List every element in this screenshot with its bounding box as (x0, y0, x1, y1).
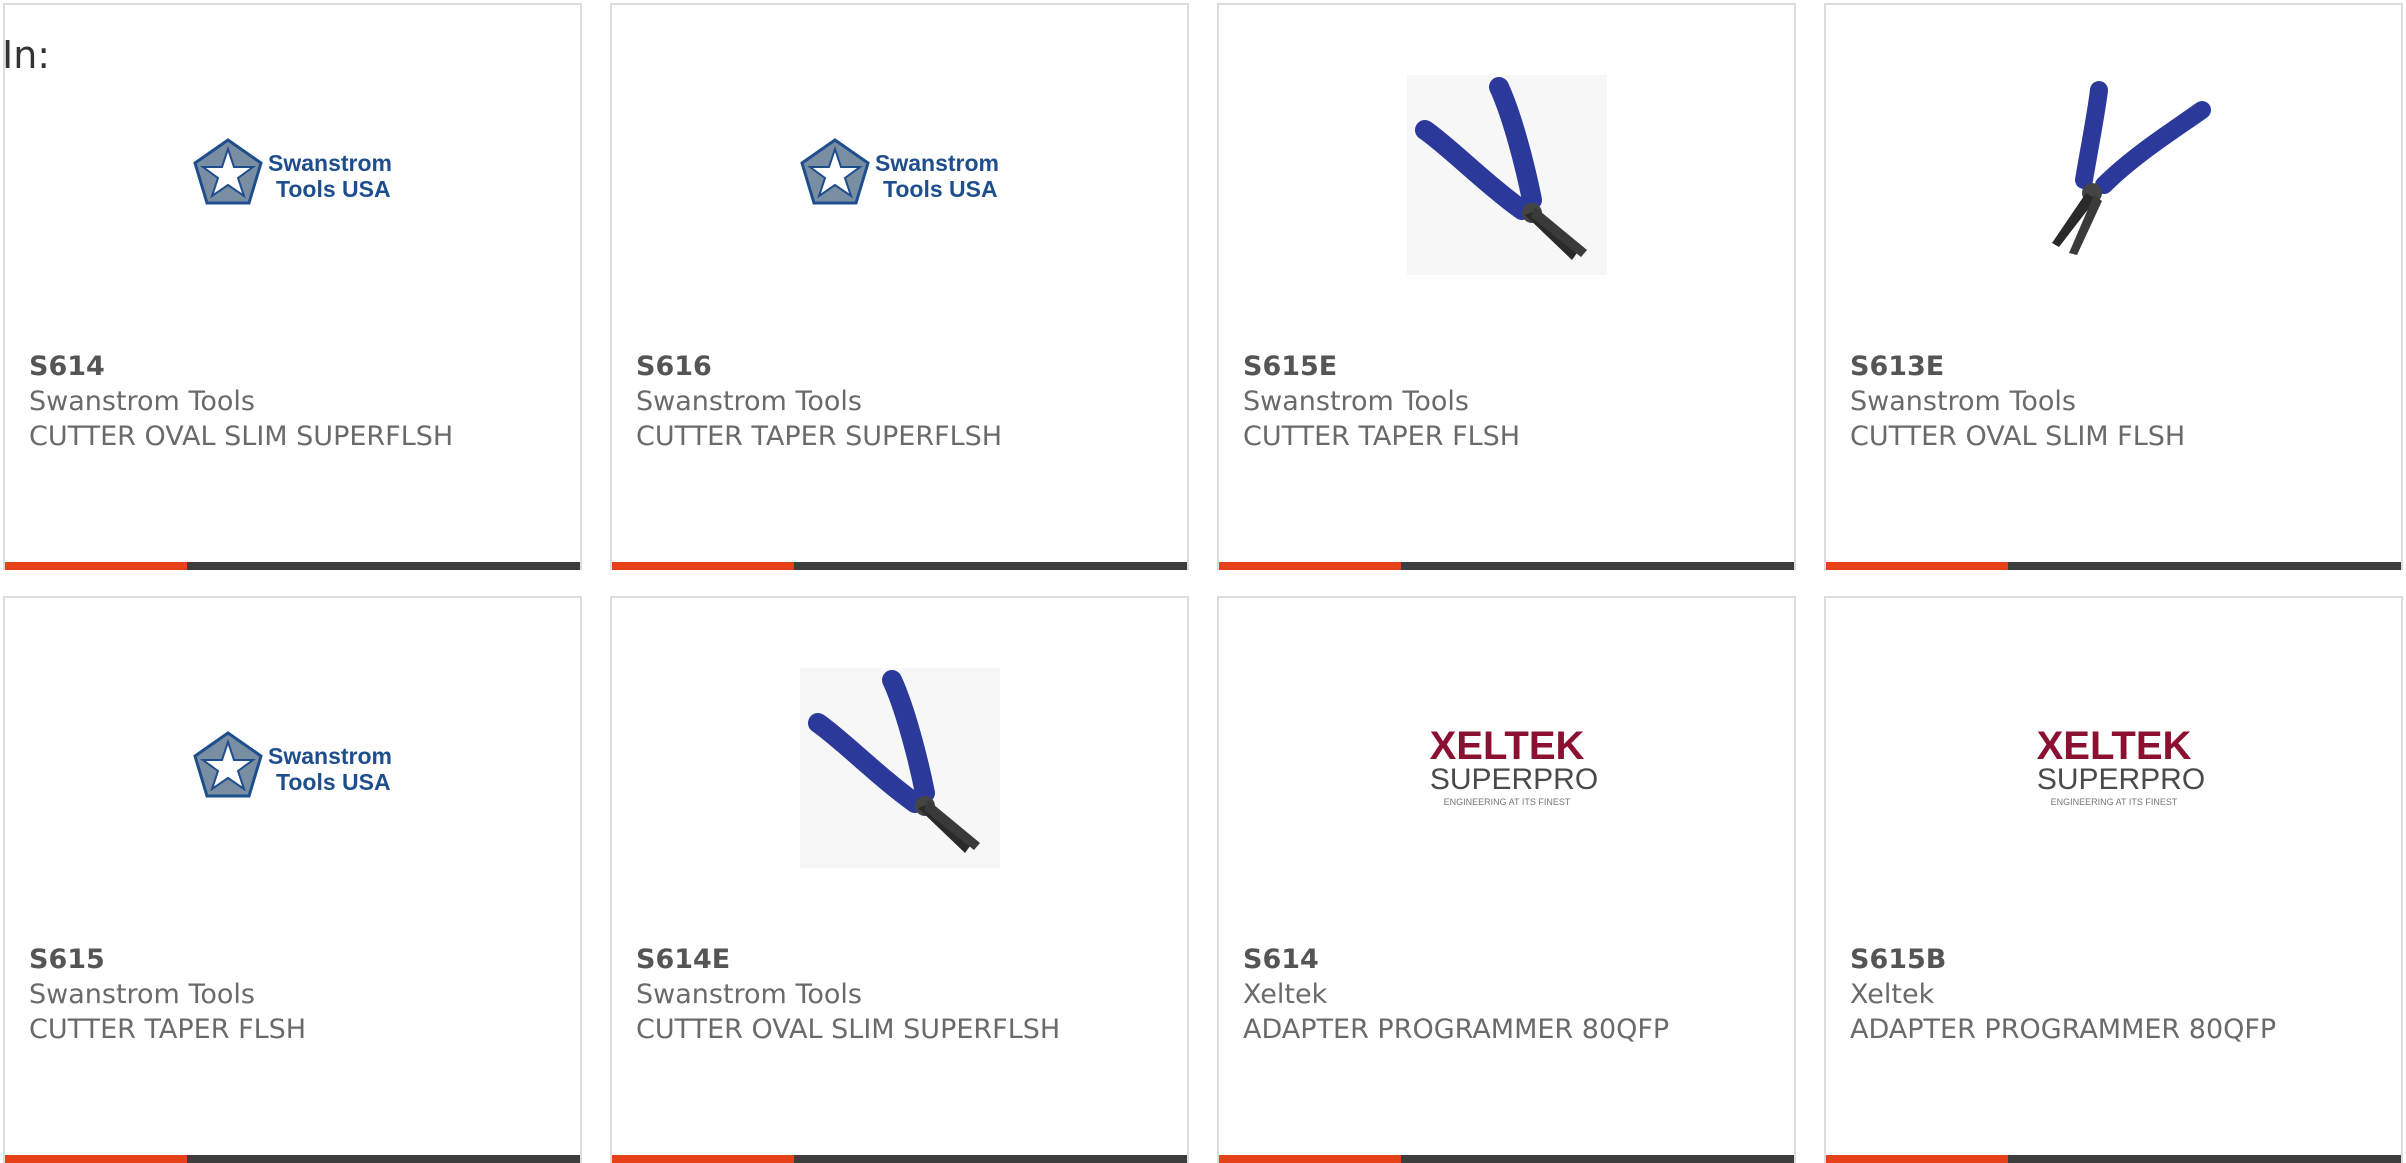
card-bar (1219, 562, 1794, 570)
svg-text:Swanstrom: Swanstrom (875, 150, 999, 176)
manufacturer: Swanstrom Tools (636, 979, 862, 1010)
swanstrom-logo: Swanstrom Tools USA (5, 60, 580, 290)
manufacturer: Swanstrom Tools (1243, 386, 1469, 417)
part-number[interactable]: S615E (1243, 349, 1520, 384)
card-bar (612, 562, 1187, 570)
manufacturer: Xeltek (1243, 979, 1328, 1010)
svg-text:XELTEK: XELTEK (2036, 724, 2191, 768)
description: ADAPTER PROGRAMMER 80QFP (1850, 1014, 2277, 1045)
cutter-pliers-photo (1826, 60, 2401, 290)
xeltek-logo: XELTEK SUPERPRO ENGINEERING AT ITS FINES… (1826, 653, 2401, 883)
card-bar (612, 1155, 1187, 1163)
swanstrom-logo: Swanstrom Tools USA (5, 653, 580, 883)
product-card[interactable]: Swanstrom Tools USA S614 Swanstrom Tools… (3, 3, 582, 570)
description: CUTTER TAPER SUPERFLSH (636, 421, 1003, 452)
filter-label: In: (2, 33, 51, 77)
manufacturer: Swanstrom Tools (636, 386, 862, 417)
cutter-pliers-photo (612, 653, 1187, 883)
manufacturer: Swanstrom Tools (29, 386, 255, 417)
product-card[interactable]: XELTEK SUPERPRO ENGINEERING AT ITS FINES… (1217, 596, 1796, 1163)
part-number[interactable]: S615B (1850, 942, 2276, 977)
description: CUTTER OVAL SLIM SUPERFLSH (29, 421, 454, 452)
cutter-pliers-photo (1219, 60, 1794, 290)
part-number[interactable]: S613E (1850, 349, 2185, 384)
description: CUTTER OVAL SLIM SUPERFLSH (636, 1014, 1061, 1045)
xeltek-logo: XELTEK SUPERPRO ENGINEERING AT ITS FINES… (1219, 653, 1794, 883)
svg-text:Tools USA: Tools USA (883, 176, 998, 202)
svg-text:ENGINEERING AT ITS FINEST: ENGINEERING AT ITS FINEST (2050, 797, 2177, 807)
svg-text:Swanstrom: Swanstrom (268, 743, 392, 769)
part-number[interactable]: S614E (636, 942, 1060, 977)
manufacturer: Swanstrom Tools (29, 979, 255, 1010)
description: CUTTER TAPER FLSH (29, 1014, 307, 1045)
part-number[interactable]: S614 (1243, 942, 1669, 977)
description: CUTTER TAPER FLSH (1243, 421, 1521, 452)
part-number[interactable]: S615 (29, 942, 306, 977)
part-number[interactable]: S616 (636, 349, 1002, 384)
product-card[interactable]: XELTEK SUPERPRO ENGINEERING AT ITS FINES… (1824, 596, 2403, 1163)
product-card[interactable]: Swanstrom Tools USA S616 Swanstrom Tools… (610, 3, 1189, 570)
manufacturer: Xeltek (1850, 979, 1935, 1010)
product-card[interactable]: S613E Swanstrom Tools CUTTER OVAL SLIM F… (1824, 3, 2403, 570)
part-number[interactable]: S614 (29, 349, 453, 384)
product-card[interactable]: S615E Swanstrom Tools CUTTER TAPER FLSH (1217, 3, 1796, 570)
svg-text:Tools USA: Tools USA (276, 769, 391, 795)
svg-text:SUPERPRO: SUPERPRO (1429, 763, 1597, 796)
swanstrom-logo: Swanstrom Tools USA (612, 60, 1187, 290)
card-bar (1219, 1155, 1794, 1163)
card-bar (5, 562, 580, 570)
description: CUTTER OVAL SLIM FLSH (1850, 421, 2186, 452)
card-bar (1826, 1155, 2401, 1163)
card-bar (5, 1155, 580, 1163)
svg-text:SUPERPRO: SUPERPRO (2036, 763, 2204, 796)
product-card[interactable]: Swanstrom Tools USA S615 Swanstrom Tools… (3, 596, 582, 1163)
svg-text:Swanstrom: Swanstrom (268, 150, 392, 176)
description: ADAPTER PROGRAMMER 80QFP (1243, 1014, 1670, 1045)
card-bar (1826, 562, 2401, 570)
svg-text:ENGINEERING AT ITS FINEST: ENGINEERING AT ITS FINEST (1443, 797, 1570, 807)
product-card[interactable]: S614E Swanstrom Tools CUTTER OVAL SLIM S… (610, 596, 1189, 1163)
manufacturer: Swanstrom Tools (1850, 386, 2076, 417)
svg-text:Tools USA: Tools USA (276, 176, 391, 202)
svg-text:XELTEK: XELTEK (1429, 724, 1584, 768)
